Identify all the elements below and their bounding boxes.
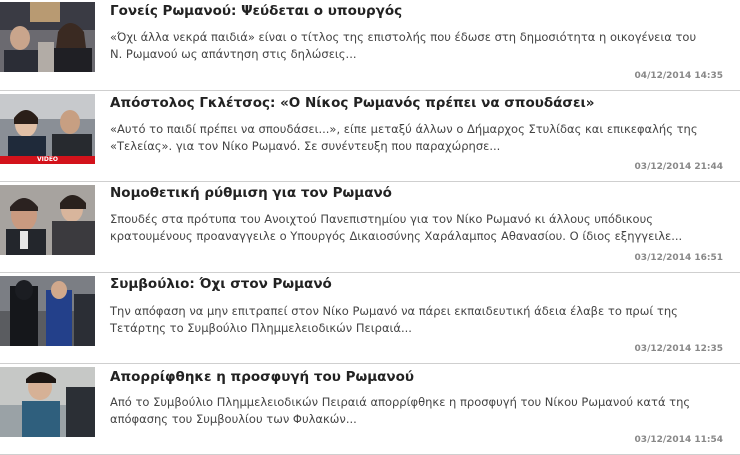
article-date: 04/12/2014 14:35 [634, 71, 723, 81]
article-date: 03/12/2014 16:51 [634, 253, 723, 263]
news-list: Γονείς Ρωμανού: Ψεύδεται ο υπουργός «Όχι… [0, 0, 740, 455]
article-thumbnail[interactable] [0, 276, 95, 346]
article-summary: Σπουδές στα πρότυπα του Ανοιχτού Πανεπισ… [110, 212, 683, 243]
article-title[interactable]: Νομοθετική ρύθμιση για τον Ρωμανό [110, 185, 392, 201]
list-item: Νομοθετική ρύθμιση για τον Ρωμανό Σπουδέ… [0, 182, 740, 273]
article-title[interactable]: Απορρίφθηκε η προσφυγή του Ρωμανού [110, 369, 414, 385]
article-thumbnail[interactable] [0, 185, 95, 255]
article-title[interactable]: Γονείς Ρωμανού: Ψεύδεται ο υπουργός [110, 3, 402, 19]
article-thumbnail[interactable] [0, 367, 95, 437]
article-thumbnail[interactable]: VIDEO [0, 94, 95, 164]
article-date: 03/12/2014 12:35 [634, 344, 723, 354]
article-date: 03/12/2014 21:44 [634, 162, 723, 172]
list-item: Συμβούλιο: Όχι στον Ρωμανό Την απόφαση ν… [0, 273, 740, 364]
article-summary: Την απόφαση να μην επιτραπεί στον Νίκο Ρ… [110, 304, 678, 335]
article-summary: Από το Συμβούλιο Πλημμελειοδικών Πειραιά… [110, 395, 691, 426]
list-item: Γονείς Ρωμανού: Ψεύδεται ο υπουργός «Όχι… [0, 0, 740, 91]
list-item: Απορρίφθηκε η προσφυγή του Ρωμανού Από τ… [0, 364, 740, 455]
article-thumbnail[interactable] [0, 2, 95, 72]
list-item: VIDEO Απόστολος Γκλέτσος: «Ο Νίκος Ρωμαν… [0, 91, 740, 182]
article-title[interactable]: Συμβούλιο: Όχι στον Ρωμανό [110, 276, 332, 292]
article-summary: «Όχι άλλα νεκρά παιδιά» είναι ο τίτλος τ… [110, 30, 697, 61]
article-date: 03/12/2014 11:54 [634, 435, 723, 445]
video-badge: VIDEO [0, 156, 95, 164]
article-summary: «Αυτό το παιδί πρέπει να σπουδάσει...», … [110, 122, 698, 153]
article-title[interactable]: Απόστολος Γκλέτσος: «Ο Νίκος Ρωμανός πρέ… [110, 95, 594, 111]
